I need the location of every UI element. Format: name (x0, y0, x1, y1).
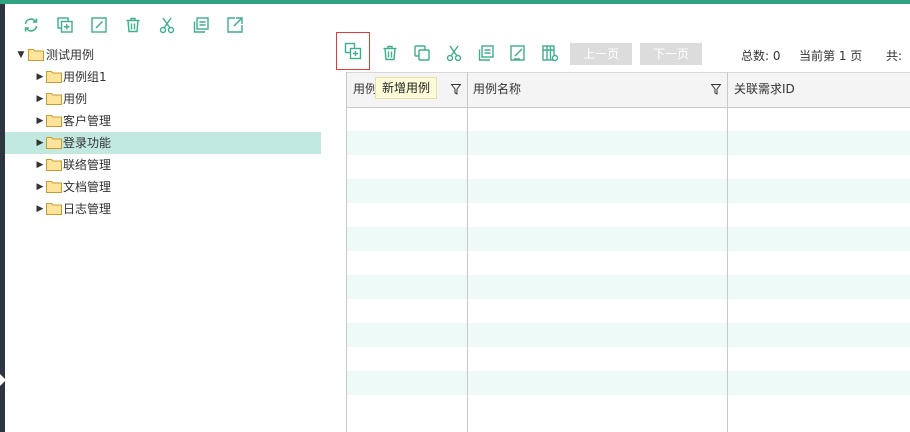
folder-icon (46, 181, 62, 193)
folder-icon (46, 93, 62, 105)
prev-page-button[interactable]: 上一页 (570, 43, 632, 65)
tree-node-selected[interactable]: ▶ 登录功能 (5, 132, 321, 154)
tree-node[interactable]: ▶ 用例组1 (5, 66, 321, 88)
paste-case-button[interactable] (475, 42, 497, 64)
tree-node-label: 用例 (63, 92, 88, 106)
table-row[interactable] (347, 131, 910, 155)
table-row[interactable] (347, 299, 910, 323)
refresh-button[interactable] (20, 14, 42, 36)
total-count: 总数: 0 (741, 49, 781, 63)
table-row[interactable] (347, 371, 910, 395)
column-header-label: 用例 (353, 82, 378, 96)
table-row[interactable] (347, 107, 910, 131)
table-row[interactable] (347, 227, 910, 251)
export-icon (227, 17, 243, 33)
new-case-tooltip: 新增用例 (375, 77, 438, 99)
expand-right-icon[interactable]: ▶ (35, 88, 45, 110)
copy-icon (414, 45, 430, 61)
expand-right-icon[interactable]: ▶ (35, 154, 45, 176)
refresh-icon (24, 18, 38, 32)
table-row[interactable] (347, 251, 910, 275)
collapse-handle[interactable] (0, 374, 6, 386)
settings-table-icon (542, 45, 559, 62)
next-page-button[interactable]: 下一页 (640, 43, 702, 65)
filter-icon[interactable] (451, 84, 461, 95)
column-header-label: 用例名称 (473, 82, 522, 96)
edit-icon (91, 17, 107, 33)
expand-right-icon[interactable]: ▶ (35, 110, 45, 132)
add-node-button[interactable] (54, 14, 76, 36)
column-header-name[interactable]: 用例名称 (467, 73, 727, 107)
case-grid: 用例 用例名称 关联需求ID (346, 72, 910, 432)
expand-right-icon[interactable]: ▶ (35, 66, 45, 88)
table-row[interactable] (347, 275, 910, 299)
expand-right-icon[interactable]: ▶ (35, 176, 45, 198)
edit-node-button[interactable] (88, 14, 110, 36)
table-row[interactable] (347, 203, 910, 227)
copy-case-button[interactable] (411, 42, 433, 64)
tree-toolbar (20, 14, 246, 36)
edit-icon (510, 45, 525, 61)
table-row[interactable] (347, 347, 910, 371)
delete-node-button[interactable] (122, 14, 144, 36)
scissors-icon (446, 45, 462, 62)
tree-node-label: 日志管理 (63, 202, 112, 216)
tree-root[interactable]: ▼ 测试用例 (5, 44, 321, 66)
folder-icon (46, 71, 62, 83)
tree-node[interactable]: ▶ 文档管理 (5, 176, 321, 198)
cut-node-button[interactable] (156, 14, 178, 36)
column-header-label: 关联需求ID (734, 82, 795, 96)
export-node-button[interactable] (224, 14, 246, 36)
expand-right-icon[interactable]: ▶ (35, 198, 45, 220)
add-copy-icon (57, 17, 73, 33)
expand-down-icon[interactable]: ▼ (16, 44, 26, 66)
folder-icon (46, 115, 62, 127)
tree-node[interactable]: ▶ 客户管理 (5, 110, 321, 132)
new-case-icon (344, 42, 362, 60)
current-page: 当前第 1 页 (799, 49, 863, 63)
folder-icon (46, 137, 62, 149)
table-row[interactable] (347, 323, 910, 347)
scissors-icon (159, 17, 175, 34)
paste-node-button[interactable] (190, 14, 212, 36)
tree-node-label: 客户管理 (63, 114, 112, 128)
filter-icon[interactable] (711, 84, 721, 95)
table-row[interactable] (347, 155, 910, 179)
folder-icon (46, 203, 62, 215)
table-row[interactable] (347, 395, 910, 419)
folder-icon (46, 159, 62, 171)
trash-icon (126, 17, 140, 33)
case-toolbar: 上一页 下一页 总数: 0 当前第 1 页 共: (336, 32, 910, 72)
column-divider (727, 72, 728, 432)
column-divider (467, 72, 468, 432)
table-row[interactable] (347, 179, 910, 203)
expand-right-icon[interactable]: ▶ (35, 132, 45, 154)
tree-node[interactable]: ▶ 日志管理 (5, 198, 321, 220)
total-pages: 共: (886, 49, 903, 63)
top-accent-bar (0, 0, 910, 4)
tree-node-label: 联络管理 (63, 158, 112, 172)
tree-node-label: 用例组1 (63, 70, 107, 84)
paste-icon (193, 17, 209, 33)
paste-icon (478, 45, 494, 61)
tree-root-label: 测试用例 (46, 48, 95, 62)
edit-case-button[interactable] (507, 42, 529, 64)
tree-node[interactable]: ▶ 用例 (5, 88, 321, 110)
case-tree: ▼ 测试用例 ▶ 用例组1 ▶ 用例 ▶ 客户管理 ▶ 登录功能 ▶ 联络管理 … (5, 44, 321, 220)
folder-icon (28, 49, 44, 61)
table-settings-button[interactable] (539, 42, 561, 64)
tree-node-label: 文档管理 (63, 180, 112, 194)
tree-node[interactable]: ▶ 联络管理 (5, 154, 321, 176)
cut-case-button[interactable] (443, 42, 465, 64)
trash-icon (383, 45, 397, 61)
column-header-requirement-id[interactable]: 关联需求ID (728, 73, 910, 107)
new-case-button[interactable] (336, 32, 370, 70)
delete-case-button[interactable] (379, 42, 401, 64)
tree-node-label: 登录功能 (63, 136, 112, 150)
